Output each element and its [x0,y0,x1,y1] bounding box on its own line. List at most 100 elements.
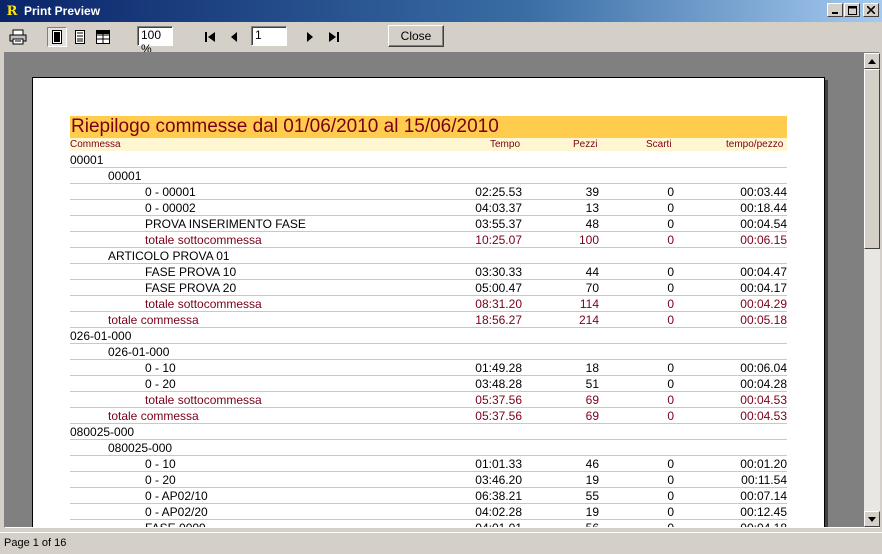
sottocommessa-row: 00001 [70,168,787,184]
fase-row: 0 - AP02/20 04:02.28 19 0 00:12.45 [70,504,787,520]
printer-icon [9,29,27,45]
scroll-up-button[interactable] [864,53,880,69]
toolbar: 100 % 1 Close [0,22,882,56]
cell-tempo-pezzo: 00:06.15 [740,233,787,247]
row-label: 0 - 10 [145,457,176,471]
subtotal-row: totale sottocommessa 05:37.56 69 0 00:04.53 [70,392,787,408]
cell-tempo: 05:00.47 [475,281,522,295]
cell-scarti: 0 [667,217,674,231]
row-label: totale sottocommessa [145,233,262,247]
fase-row: 0 - 00001 02:25.53 39 0 00:03.44 [70,184,787,200]
cell-scarti: 0 [667,393,674,407]
scroll-down-button[interactable] [864,511,880,527]
commessa-row: 080025-000 [70,424,787,440]
minimize-icon [832,12,838,14]
total-row: totale commessa 18:56.27 214 0 00:05.18 [70,312,787,328]
cell-tempo-pezzo: 00:03.44 [740,185,787,199]
row-label: 026-01-000 [70,329,132,343]
total-row: totale commessa 05:37.56 69 0 00:04.53 [70,408,787,424]
row-label: totale sottocommessa [145,393,262,407]
commessa-row: 026-01-000 [70,328,787,344]
one-page-view-button[interactable] [47,27,67,47]
fase-row: PROVA INSERIMENTO FASE 03:55.37 48 0 00:04.5… [70,216,787,232]
cell-tempo-pezzo: 00:07.14 [740,489,787,503]
row-label: 026-01-000 [108,345,170,359]
first-page-icon [205,32,215,42]
cell-tempo: 05:37.56 [475,409,522,423]
cell-scarti: 0 [667,521,674,528]
sottocommessa-row: 080025-000 [70,440,787,456]
header-tempo-pezzo: tempo/pezzo [726,139,784,150]
cell-pezzi: 100 [578,233,599,247]
cell-scarti: 0 [667,185,674,199]
row-label: 0 - 10 [145,361,176,375]
two-page-view-button[interactable] [70,27,90,47]
close-button[interactable]: Close [388,25,444,47]
cell-scarti: 0 [667,265,674,279]
cell-pezzi: 19 [585,473,599,487]
cell-tempo: 04:03.37 [475,201,522,215]
page-number-input[interactable]: 1 [251,26,287,46]
row-label: 080025-000 [108,441,173,455]
single-page-icon [52,30,62,44]
cell-tempo-pezzo: 00:04.17 [740,281,787,295]
cell-tempo: 01:49.28 [475,361,522,375]
arrow-up-icon [868,58,876,64]
multi-page-view-button[interactable] [93,27,113,47]
header-scarti: Scarti [646,139,672,150]
row-label: totale commessa [108,313,199,327]
print-button[interactable] [8,27,28,47]
row-label: 0 - 00001 [145,185,196,199]
row-label: ARTICOLO PROVA 01 [108,249,230,263]
row-label: 0 - 20 [145,377,176,391]
close-window-button[interactable] [863,3,879,17]
cell-pezzi: 55 [585,489,599,503]
fase-row: 0 - 20 03:48.28 51 0 00:04.28 [70,376,787,392]
minimize-button[interactable] [827,3,843,17]
header-pezzi: Pezzi [573,139,598,150]
next-page-icon [307,32,313,42]
zoom-input[interactable]: 100 % [137,26,173,56]
maximize-button[interactable] [844,3,860,17]
cell-pezzi: 69 [585,393,599,407]
cell-scarti: 0 [667,281,674,295]
fase-row: FASE PROVA 10 03:30.33 44 0 00:04.47 [70,264,787,280]
cell-tempo: 04:01.01 [475,521,522,528]
header-tempo: Tempo [490,139,521,150]
cell-pezzi: 214 [578,313,599,327]
cell-tempo: 05:37.56 [475,393,522,407]
fase-row: 0 - 10 01:49.28 18 0 00:06.04 [70,360,787,376]
cell-pezzi: 56 [585,521,599,528]
cell-tempo-pezzo: 00:12.45 [740,505,787,519]
previous-page-button[interactable] [224,27,244,47]
report-rows: 00001 00001 0 - 00001 02:25.53 39 0 00:03.44 0 … [70,152,787,528]
row-label: 0 - AP02/10 [145,489,208,503]
first-page-button[interactable] [200,27,220,47]
cell-pezzi: 70 [585,281,599,295]
cell-pezzi: 18 [585,361,599,375]
header-commessa: Commessa [70,139,121,150]
title-bar: R Print Preview [0,0,882,22]
cell-pezzi: 48 [585,217,599,231]
cell-tempo-pezzo: 00:11.54 [741,473,787,487]
last-page-icon [329,32,339,42]
multi-page-icon [96,30,110,44]
cell-tempo: 04:02.28 [475,505,522,519]
cell-scarti: 0 [667,361,674,375]
next-page-button[interactable] [300,27,320,47]
scroll-thumb[interactable] [864,69,880,249]
cell-tempo-pezzo: 00:04.18 [740,521,787,528]
cell-scarti: 0 [667,473,674,487]
cell-tempo-pezzo: 00:04.54 [740,217,787,231]
cell-tempo: 03:48.28 [475,377,522,391]
preview-area[interactable]: Riepilogo commesse dal 01/06/2010 al 15/… [4,52,880,528]
cell-tempo-pezzo: 00:05.18 [740,313,787,327]
cell-pezzi: 19 [585,505,599,519]
cell-pezzi: 39 [585,185,599,199]
last-page-button[interactable] [324,27,344,47]
commessa-row: 00001 [70,152,787,168]
cell-tempo-pezzo: 00:06.04 [740,361,787,375]
row-label: 080025-000 [70,425,135,439]
cell-tempo: 03:30.33 [475,265,522,279]
vertical-scrollbar[interactable] [864,53,880,527]
